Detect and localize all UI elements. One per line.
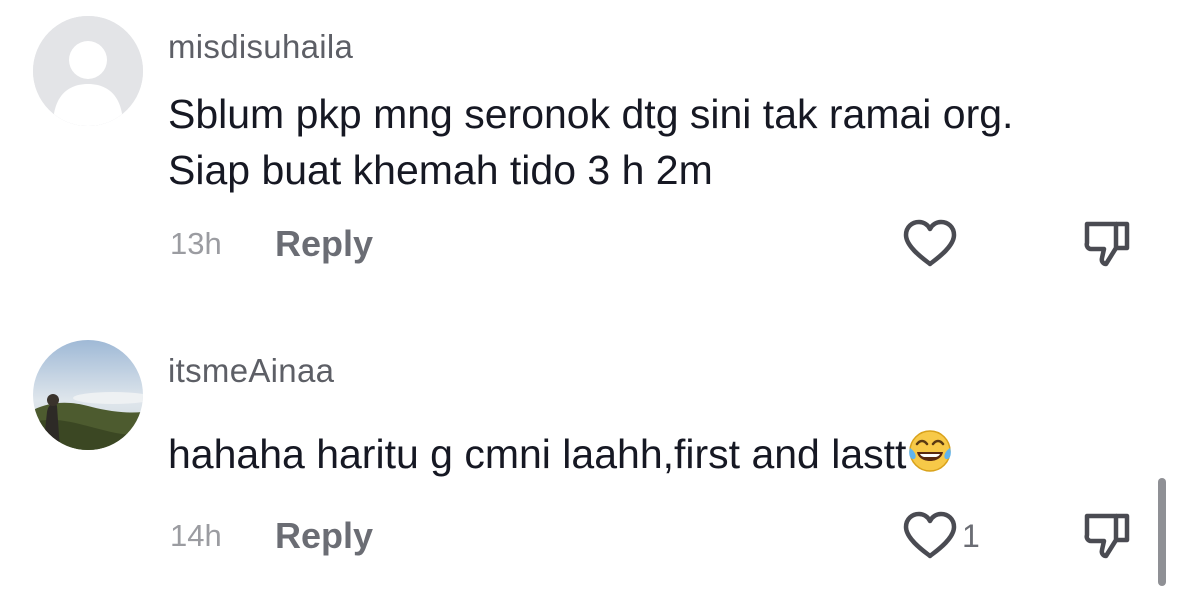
tears-of-joy-emoji-icon xyxy=(907,428,953,474)
comment-text: hahaha haritu g cmni laahh,first and las… xyxy=(168,426,953,482)
like-button[interactable] xyxy=(900,218,960,270)
thumbs-down-outline-icon xyxy=(1084,221,1130,267)
comment-item: itsmeAinaa hahaha haritu g cmni laahh,fi… xyxy=(0,330,1178,608)
dislike-button[interactable] xyxy=(1082,510,1134,562)
photo-avatar-icon xyxy=(33,340,143,450)
like-count: 1 xyxy=(962,518,980,554)
avatar[interactable] xyxy=(33,16,143,126)
comment-username[interactable]: misdisuhaila xyxy=(168,28,353,66)
heart-outline-icon xyxy=(903,511,957,559)
comment-text: Sblum pkp mng seronok dtg sini tak ramai… xyxy=(168,86,1013,198)
comment-item: misdisuhaila Sblum pkp mng seronok dtg s… xyxy=(0,0,1178,300)
comment-text-body: hahaha haritu g cmni laahh,first and las… xyxy=(168,431,907,477)
like-button[interactable] xyxy=(900,510,960,562)
thumbs-down-outline-icon xyxy=(1084,513,1130,559)
comment-timestamp: 14h xyxy=(170,518,222,553)
comment-username[interactable]: itsmeAinaa xyxy=(168,352,334,390)
comment-text-line: Sblum pkp mng seronok dtg sini tak ramai… xyxy=(168,91,1014,137)
default-user-avatar-icon xyxy=(33,16,143,126)
avatar[interactable] xyxy=(33,340,143,450)
scrollbar[interactable] xyxy=(1158,478,1166,586)
reply-button[interactable]: Reply xyxy=(275,515,373,557)
reply-button[interactable]: Reply xyxy=(275,223,373,265)
comment-text-line: Siap buat khemah tido 3 h 2m xyxy=(168,147,713,193)
dislike-button[interactable] xyxy=(1082,218,1134,270)
comment-timestamp: 13h xyxy=(170,226,222,261)
heart-outline-icon xyxy=(903,219,957,267)
